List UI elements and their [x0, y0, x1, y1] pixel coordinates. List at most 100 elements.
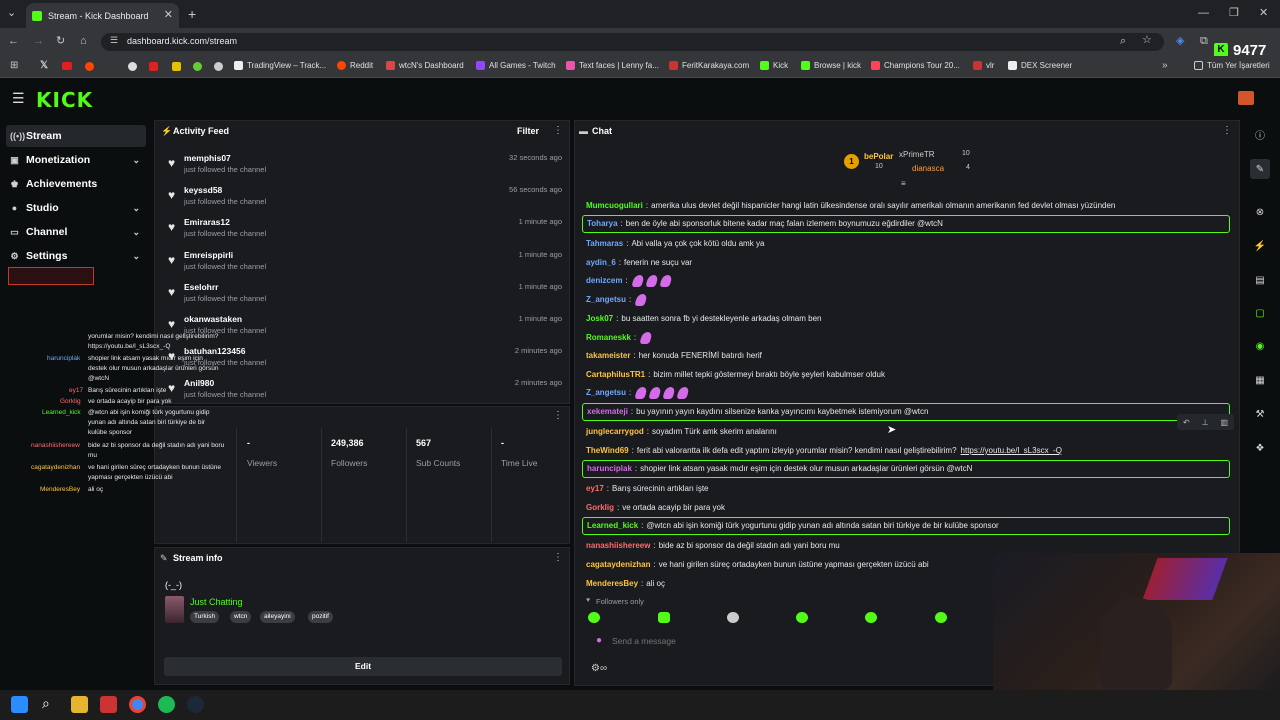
emote-icon[interactable]	[658, 612, 670, 623]
browser-tab[interactable]: Stream - Kick Dashboard ✕	[26, 3, 179, 28]
bookmark-kick[interactable]: Kick	[760, 61, 788, 70]
reply-icon[interactable]: ↶	[1183, 418, 1190, 427]
users-icon[interactable]: ❖	[1250, 438, 1270, 458]
bookmark-browse-kick[interactable]: Browse | kick	[801, 61, 861, 70]
layers-icon[interactable]: ▦	[1250, 370, 1270, 390]
chat-message[interactable]: Romaneskk:	[582, 330, 1230, 346]
reddit-icon[interactable]	[85, 62, 94, 71]
chat-username[interactable]: Mumcuogullari	[586, 201, 643, 210]
edit-button[interactable]: Edit	[164, 657, 562, 676]
chat-message[interactable]: Tahmaras: Abi valla ya çok çok kötü oldu …	[582, 236, 1230, 252]
app-icon[interactable]	[100, 696, 117, 713]
chat-username[interactable]: Toharya	[587, 219, 618, 228]
chat-username[interactable]: TheWind69	[586, 446, 629, 455]
bookmark-champions[interactable]: Champions Tour 20...	[871, 61, 960, 70]
category-label[interactable]: Just Chatting	[190, 597, 243, 607]
chat-message[interactable]: takameister: her konuda FENERİMİ batırdı …	[582, 348, 1230, 364]
chat-username[interactable]: Josk07	[586, 314, 613, 323]
chat-username[interactable]: aydin_6	[586, 258, 616, 267]
chat-message[interactable]: Z_angetsu:	[582, 385, 1230, 401]
info-icon[interactable]: ⓘ	[1250, 124, 1270, 144]
chat-message[interactable]: Gorklig: ve ortada acayip bir para yok	[582, 500, 1230, 516]
sidebar-item-settings[interactable]: ⚙ Settings ⌄	[6, 245, 146, 267]
close-tab-icon[interactable]: ✕	[164, 10, 173, 21]
chat-username[interactable]: Z_angetsu	[586, 295, 626, 304]
chrome-icon[interactable]	[129, 696, 146, 713]
bookmark-lenny[interactable]: Text faces | Lenny fa...	[566, 61, 659, 70]
hamburger-menu-icon[interactable]: ☰	[12, 90, 25, 107]
chat-username[interactable]: Z_angetsu	[586, 388, 626, 397]
lightning-icon[interactable]: ⚡	[1250, 236, 1270, 256]
steam-icon[interactable]	[187, 696, 204, 713]
filter-button[interactable]: Filter	[517, 126, 539, 136]
more-options-icon[interactable]: ⋮	[553, 125, 563, 136]
apps-grid-icon[interactable]: ⊞	[10, 61, 18, 71]
chat-username[interactable]: Romaneskk	[586, 333, 631, 342]
bookmark-feritkarakaya[interactable]: FeritKarakaya.com	[669, 61, 749, 70]
chat-message[interactable]: aydin_6: fenerin ne suçu var	[582, 255, 1230, 271]
youtube-icon[interactable]	[62, 62, 72, 70]
chat-username[interactable]: MenderesBey	[586, 579, 638, 588]
chat-username[interactable]: junglecarrygod	[586, 427, 644, 436]
bookmark-vlr[interactable]: vlr	[973, 61, 994, 70]
sidebar-item-studio[interactable]: ● Studio ⌄	[6, 197, 146, 219]
profile-avatar[interactable]	[1238, 91, 1254, 105]
restore-icon[interactable]: ❐	[1229, 8, 1239, 19]
kick-logo[interactable]: KICK	[36, 88, 93, 112]
sidebar-item-achievements[interactable]: ♚ Achievements	[6, 173, 146, 195]
notes-icon[interactable]: ▤	[1250, 270, 1270, 290]
more-options-icon[interactable]: ⋮	[553, 552, 563, 563]
chat-message[interactable]: Josk07: bu saatten sonra fb yi destekleye…	[582, 311, 1230, 327]
url-input[interactable]: dashboard.kick.com/stream	[101, 33, 1164, 51]
chat-icon[interactable]: ▢	[1250, 303, 1270, 323]
chat-message[interactable]: nanashiishereew: bide az bi sponsor da de…	[582, 538, 1230, 554]
chat-message[interactable]: xekemateji: bu yayının yayın kaydını sils…	[582, 403, 1230, 421]
bookmark-tradingview[interactable]: TradingView – Track...	[234, 61, 326, 70]
broadcast-icon[interactable]: ◉	[1250, 336, 1270, 356]
chat-username[interactable]: CartaphilusTR1	[586, 370, 645, 379]
chat-message[interactable]: Learned_kick: @wtcn abi işin komiği türk …	[582, 517, 1230, 535]
wrench-icon[interactable]: ⚒	[1250, 404, 1270, 424]
sidebar-item-channel[interactable]: ▭ Channel ⌄	[6, 221, 146, 243]
chat-message[interactable]: Mumcuogullari: amerika ulus devlet değil …	[582, 198, 1230, 214]
chat-message[interactable]: CartaphilusTR1: bizim millet tepki göster…	[582, 367, 1230, 383]
chat-username[interactable]: harunciplak	[587, 464, 632, 473]
sidebar-item-monetization[interactable]: ▣ Monetization ⌄	[6, 149, 146, 171]
back-icon[interactable]: ←	[8, 36, 19, 47]
chat-username[interactable]: takameister	[586, 351, 630, 360]
windows-start-icon[interactable]	[11, 696, 28, 713]
emote-icon[interactable]	[935, 612, 947, 623]
forward-icon[interactable]: →	[33, 36, 44, 47]
bookmark-dashboard[interactable]: wtcN's Dashboard	[386, 61, 464, 70]
chat-message[interactable]: denizcem:	[582, 273, 1230, 289]
crosshair-icon[interactable]: ⊗	[1250, 202, 1270, 222]
new-tab-icon[interactable]: +	[188, 7, 196, 21]
chat-message[interactable]: harunciplak: shopier link atsam yasak mıd…	[582, 460, 1230, 478]
chat-message[interactable]: TheWind69: ferit abi valorantta ilk defa …	[582, 443, 1230, 459]
close-window-icon[interactable]: ✕	[1259, 8, 1268, 19]
emote-icon[interactable]	[865, 612, 877, 623]
delete-icon[interactable]: ▥	[1220, 418, 1228, 427]
chat-settings-icon[interactable]: ⚙∞	[591, 663, 607, 674]
chat-username[interactable]: nanashiishereew	[586, 541, 650, 550]
chat-username[interactable]: cagataydenizhan	[586, 560, 650, 569]
all-bookmarks[interactable]: Tüm Yer İşaretleri	[1194, 61, 1270, 70]
more-options-icon[interactable]: ⋮	[1222, 125, 1232, 136]
more-options-icon[interactable]: ⋮	[553, 410, 563, 421]
site-icon[interactable]	[214, 62, 223, 71]
site-icon[interactable]	[193, 62, 202, 71]
chat-username[interactable]: Gorklig	[586, 503, 614, 512]
zoom-icon[interactable]: ⌕	[1120, 36, 1126, 47]
chat-username[interactable]: ey17	[586, 484, 604, 493]
expand-leaderboard-icon[interactable]: ≡	[901, 179, 906, 188]
chat-username[interactable]: Learned_kick	[587, 521, 638, 530]
home-icon[interactable]: ⌂	[80, 36, 87, 47]
extension-icon[interactable]: ◈	[1176, 36, 1184, 47]
chat-message[interactable]: ey17: Barış sürecinin artıkları işte	[582, 481, 1230, 497]
chat-message[interactable]: junglecarrygod: soyadım Türk amk skerim a…	[582, 424, 1230, 440]
emote-icon[interactable]	[727, 612, 739, 623]
tab-search-icon[interactable]: ⌄	[7, 8, 16, 19]
more-bookmarks-icon[interactable]: »	[1162, 61, 1168, 71]
chat-username[interactable]: Tahmaras	[586, 239, 623, 248]
chat-message[interactable]: Toharya: ben de öyle abi sponsorluk biten…	[582, 215, 1230, 233]
